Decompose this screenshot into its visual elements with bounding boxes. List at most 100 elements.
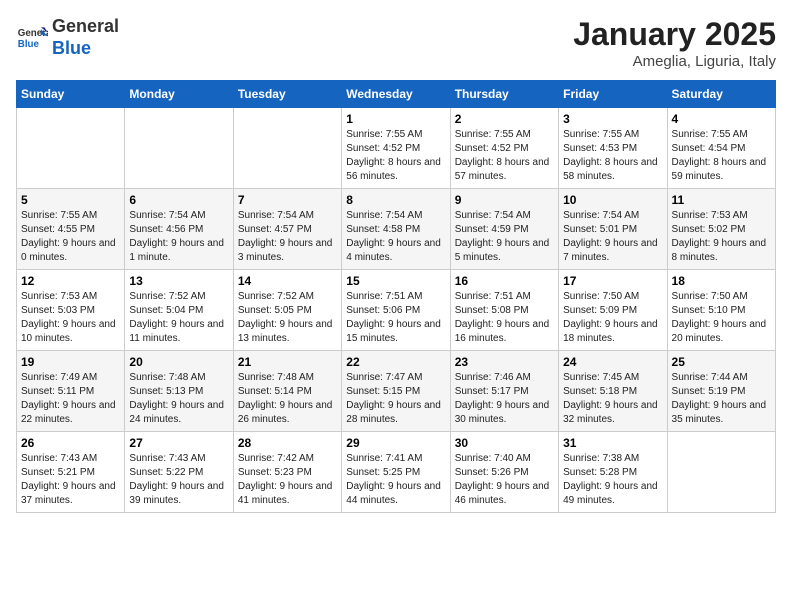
day-cell: 12Sunrise: 7:53 AM Sunset: 5:03 PM Dayli… — [17, 270, 125, 351]
week-row-1: 1 Sunrise: 7:55 AM Sunset: 4:52 PM Daylig… — [17, 108, 776, 189]
day-info: Sunrise: 7:48 AM Sunset: 5:14 PM Dayligh… — [238, 371, 337, 427]
day-number: 11 — [672, 193, 771, 207]
page-header: General Blue General Blue January 2025 A… — [16, 16, 776, 70]
day-cell: 7 Sunrise: 7:54 AM Sunset: 4:57 PM Daylig… — [233, 189, 341, 270]
day-number: 24 — [563, 355, 662, 369]
day-cell: 22Sunrise: 7:47 AM Sunset: 5:15 PM Dayli… — [342, 351, 450, 432]
day-cell: 30Sunrise: 7:40 AM Sunset: 5:26 PM Dayli… — [450, 432, 558, 513]
day-number: 14 — [238, 274, 337, 288]
day-header-friday: Friday — [559, 81, 667, 108]
day-info: Sunrise: 7:50 AM Sunset: 5:10 PM Dayligh… — [672, 290, 771, 346]
day-info: Sunrise: 7:54 AM Sunset: 4:59 PM Dayligh… — [455, 209, 554, 265]
day-info: Sunrise: 7:50 AM Sunset: 5:09 PM Dayligh… — [563, 290, 662, 346]
day-cell: 4 Sunrise: 7:55 AM Sunset: 4:54 PM Daylig… — [667, 108, 775, 189]
logo-general-text: General — [52, 16, 119, 36]
day-cell: 1 Sunrise: 7:55 AM Sunset: 4:52 PM Daylig… — [342, 108, 450, 189]
day-number: 13 — [129, 274, 228, 288]
day-number: 27 — [129, 436, 228, 450]
days-header-row: SundayMondayTuesdayWednesdayThursdayFrid… — [17, 81, 776, 108]
week-row-4: 19 Sunrise: 7:49 AM Sunset: 5:11 PM Dayli… — [17, 351, 776, 432]
day-cell: 2Sunrise: 7:55 AM Sunset: 4:52 PM Daylig… — [450, 108, 558, 189]
logo-blue-text: Blue — [52, 38, 91, 58]
week-row-5: 26 Sunrise: 7:43 AM Sunset: 5:21 PM Dayli… — [17, 432, 776, 513]
day-cell: 6 Sunrise: 7:54 AM Sunset: 4:56 PM Daylig… — [125, 189, 233, 270]
day-cell: 14 Sunrise: 7:52 AM Sunset: 5:05 PM Dayli… — [233, 270, 341, 351]
day-info: Sunrise: 7:45 AM Sunset: 5:18 PM Dayligh… — [563, 371, 662, 427]
day-number: 9 — [455, 193, 554, 207]
day-info: Sunrise: 7:53 AM Sunset: 5:03 PM Dayligh… — [21, 290, 120, 346]
day-number: 28 — [238, 436, 337, 450]
svg-text:Blue: Blue — [18, 38, 40, 49]
day-number: 15 — [346, 274, 445, 288]
day-number: 21 — [238, 355, 337, 369]
day-number: 19 — [21, 355, 120, 369]
logo-icon: General Blue — [16, 22, 48, 54]
day-number: 18 — [672, 274, 771, 288]
day-number: 1 — [346, 112, 445, 126]
day-info: Sunrise: 7:52 AM Sunset: 5:04 PM Dayligh… — [129, 290, 228, 346]
day-header-thursday: Thursday — [450, 81, 558, 108]
day-cell: 23Sunrise: 7:46 AM Sunset: 5:17 PM Dayli… — [450, 351, 558, 432]
day-cell: 16Sunrise: 7:51 AM Sunset: 5:08 PM Dayli… — [450, 270, 558, 351]
day-info: Sunrise: 7:41 AM Sunset: 5:25 PM Dayligh… — [346, 452, 445, 508]
day-info: Sunrise: 7:43 AM Sunset: 5:22 PM Dayligh… — [129, 452, 228, 508]
day-info: Sunrise: 7:51 AM Sunset: 5:08 PM Dayligh… — [455, 290, 554, 346]
day-info: Sunrise: 7:54 AM Sunset: 4:57 PM Dayligh… — [238, 209, 337, 265]
day-header-monday: Monday — [125, 81, 233, 108]
day-cell: 21 Sunrise: 7:48 AM Sunset: 5:14 PM Dayli… — [233, 351, 341, 432]
day-info: Sunrise: 7:55 AM Sunset: 4:55 PM Dayligh… — [21, 209, 120, 265]
day-cell — [667, 432, 775, 513]
day-number: 20 — [129, 355, 228, 369]
day-info: Sunrise: 7:55 AM Sunset: 4:54 PM Dayligh… — [672, 128, 771, 184]
day-number: 10 — [563, 193, 662, 207]
day-cell: 20 Sunrise: 7:48 AM Sunset: 5:13 PM Dayli… — [125, 351, 233, 432]
day-info: Sunrise: 7:55 AM Sunset: 4:53 PM Dayligh… — [563, 128, 662, 184]
day-number: 26 — [21, 436, 120, 450]
day-info: Sunrise: 7:55 AM Sunset: 4:52 PM Dayligh… — [346, 128, 445, 184]
week-row-2: 5Sunrise: 7:55 AM Sunset: 4:55 PM Daylig… — [17, 189, 776, 270]
day-number: 6 — [129, 193, 228, 207]
day-number: 7 — [238, 193, 337, 207]
day-number: 31 — [563, 436, 662, 450]
day-cell — [125, 108, 233, 189]
day-cell: 19 Sunrise: 7:49 AM Sunset: 5:11 PM Dayli… — [17, 351, 125, 432]
day-header-saturday: Saturday — [667, 81, 775, 108]
day-cell: 29 Sunrise: 7:41 AM Sunset: 5:25 PM Dayli… — [342, 432, 450, 513]
day-info: Sunrise: 7:55 AM Sunset: 4:52 PM Dayligh… — [455, 128, 554, 184]
calendar-table: SundayMondayTuesdayWednesdayThursdayFrid… — [16, 80, 776, 513]
day-cell: 15 Sunrise: 7:51 AM Sunset: 5:06 PM Dayli… — [342, 270, 450, 351]
day-cell: 31 Sunrise: 7:38 AM Sunset: 5:28 PM Dayli… — [559, 432, 667, 513]
day-cell: 27 Sunrise: 7:43 AM Sunset: 5:22 PM Dayli… — [125, 432, 233, 513]
logo: General Blue General Blue — [16, 16, 119, 59]
day-cell: 25Sunrise: 7:44 AM Sunset: 5:19 PM Dayli… — [667, 351, 775, 432]
day-number: 23 — [455, 355, 554, 369]
day-number: 4 — [672, 112, 771, 126]
day-cell — [17, 108, 125, 189]
day-cell: 3 Sunrise: 7:55 AM Sunset: 4:53 PM Daylig… — [559, 108, 667, 189]
day-info: Sunrise: 7:52 AM Sunset: 5:05 PM Dayligh… — [238, 290, 337, 346]
calendar-subtitle: Ameglia, Liguria, Italy — [573, 53, 776, 70]
day-info: Sunrise: 7:43 AM Sunset: 5:21 PM Dayligh… — [21, 452, 120, 508]
day-info: Sunrise: 7:42 AM Sunset: 5:23 PM Dayligh… — [238, 452, 337, 508]
day-number: 3 — [563, 112, 662, 126]
title-section: January 2025 Ameglia, Liguria, Italy — [573, 16, 776, 70]
day-number: 25 — [672, 355, 771, 369]
day-info: Sunrise: 7:51 AM Sunset: 5:06 PM Dayligh… — [346, 290, 445, 346]
day-info: Sunrise: 7:49 AM Sunset: 5:11 PM Dayligh… — [21, 371, 120, 427]
day-info: Sunrise: 7:47 AM Sunset: 5:15 PM Dayligh… — [346, 371, 445, 427]
day-cell: 18 Sunrise: 7:50 AM Sunset: 5:10 PM Dayli… — [667, 270, 775, 351]
day-info: Sunrise: 7:54 AM Sunset: 4:56 PM Dayligh… — [129, 209, 228, 265]
day-cell: 17Sunrise: 7:50 AM Sunset: 5:09 PM Dayli… — [559, 270, 667, 351]
day-cell: 8Sunrise: 7:54 AM Sunset: 4:58 PM Daylig… — [342, 189, 450, 270]
day-header-sunday: Sunday — [17, 81, 125, 108]
day-info: Sunrise: 7:48 AM Sunset: 5:13 PM Dayligh… — [129, 371, 228, 427]
day-info: Sunrise: 7:38 AM Sunset: 5:28 PM Dayligh… — [563, 452, 662, 508]
day-number: 30 — [455, 436, 554, 450]
day-cell: 28 Sunrise: 7:42 AM Sunset: 5:23 PM Dayli… — [233, 432, 341, 513]
day-cell: 5Sunrise: 7:55 AM Sunset: 4:55 PM Daylig… — [17, 189, 125, 270]
week-row-3: 12Sunrise: 7:53 AM Sunset: 5:03 PM Dayli… — [17, 270, 776, 351]
day-cell: 11Sunrise: 7:53 AM Sunset: 5:02 PM Dayli… — [667, 189, 775, 270]
day-number: 29 — [346, 436, 445, 450]
day-cell: 10Sunrise: 7:54 AM Sunset: 5:01 PM Dayli… — [559, 189, 667, 270]
day-header-wednesday: Wednesday — [342, 81, 450, 108]
